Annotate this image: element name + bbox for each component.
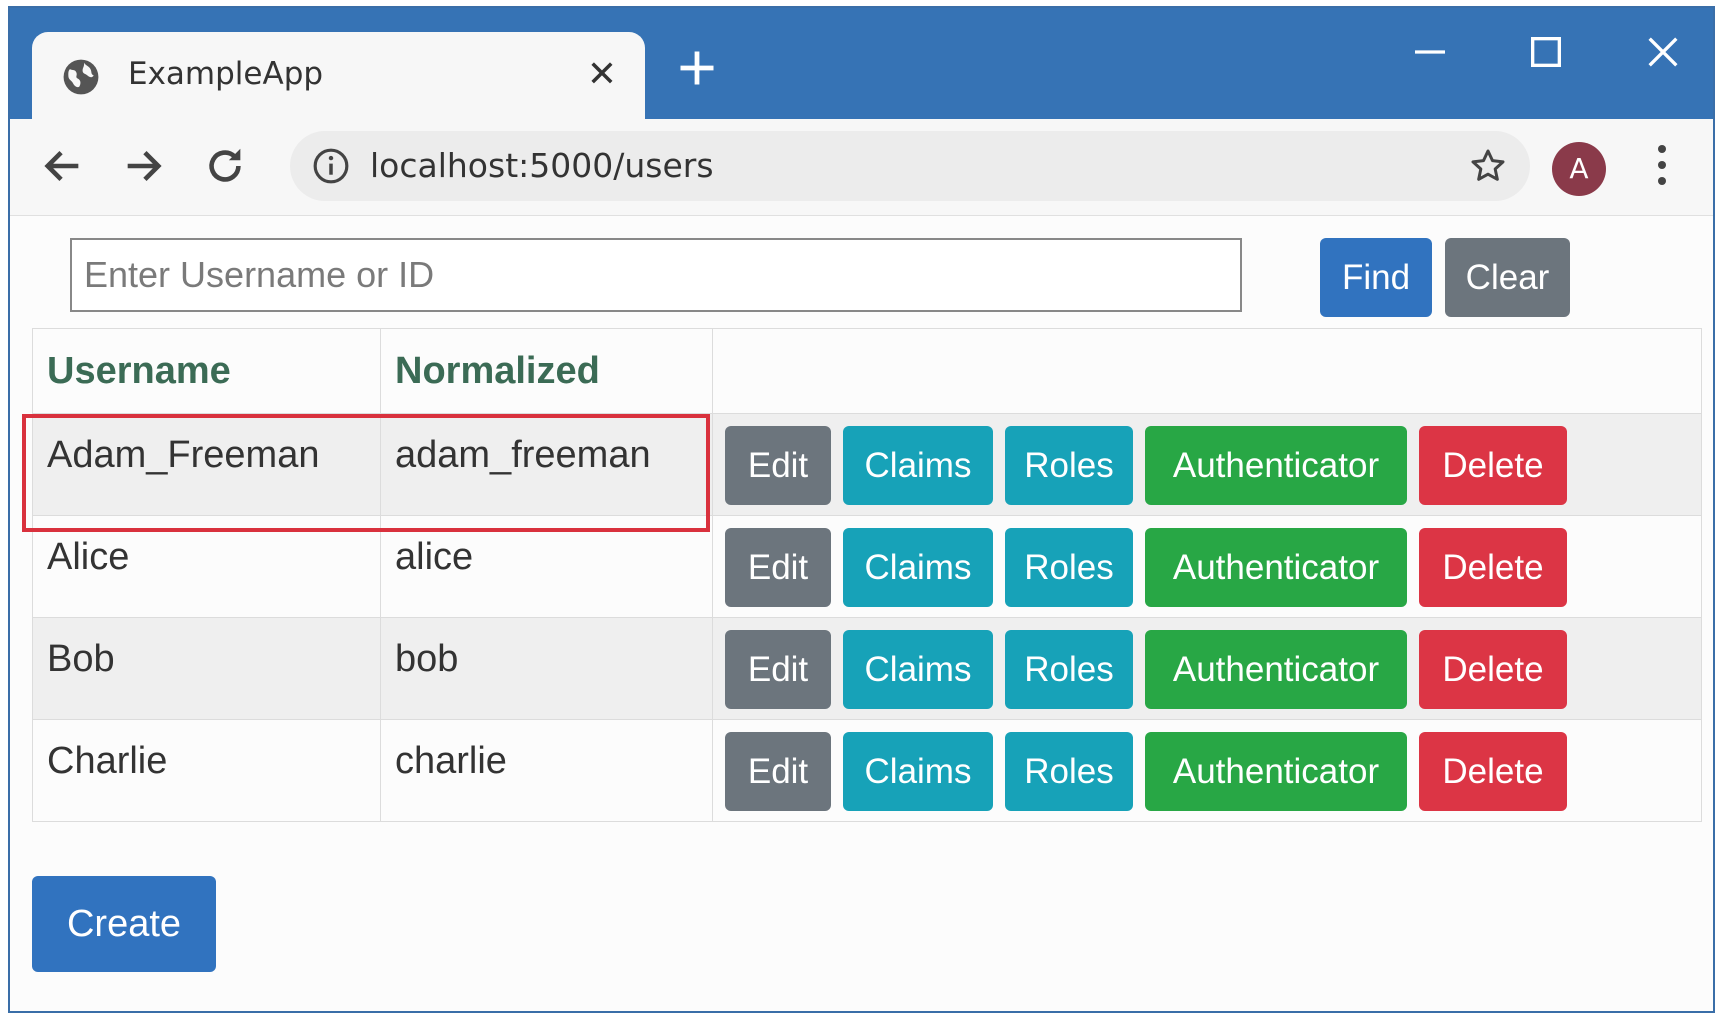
actions-cell: Edit Claims Roles Authenticator Delete [712, 617, 1702, 720]
roles-button[interactable]: Roles [1005, 426, 1133, 505]
browser-window: ExampleApp ✕ localhost:5000/users A Ente… [8, 6, 1715, 1013]
actions-cell: Edit Claims Roles Authenticator Delete [712, 413, 1702, 516]
close-tab-icon[interactable]: ✕ [587, 50, 617, 100]
roles-button[interactable]: Roles [1005, 732, 1133, 811]
find-button[interactable]: Find [1320, 238, 1432, 317]
claims-button[interactable]: Claims [843, 426, 993, 505]
authenticator-button[interactable]: Authenticator [1145, 630, 1407, 709]
roles-button[interactable]: Roles [1005, 630, 1133, 709]
table-row: Adam_Freeman adam_freeman Edit Claims Ro… [32, 413, 1702, 516]
info-icon[interactable] [312, 147, 350, 185]
authenticator-button[interactable]: Authenticator [1145, 426, 1407, 505]
new-tab-icon[interactable] [675, 46, 719, 90]
table-row: Bob bob Edit Claims Roles Authenticator … [32, 617, 1702, 720]
actions-cell: Edit Claims Roles Authenticator Delete [712, 719, 1702, 822]
normalized-cell: alice [380, 515, 713, 618]
authenticator-button[interactable]: Authenticator [1145, 528, 1407, 607]
reload-icon[interactable] [202, 143, 248, 189]
close-window-icon[interactable] [1643, 32, 1683, 72]
delete-button[interactable]: Delete [1419, 528, 1567, 607]
back-icon[interactable] [40, 143, 86, 189]
normalized-cell: charlie [380, 719, 713, 822]
create-button[interactable]: Create [32, 876, 216, 972]
delete-button[interactable]: Delete [1419, 732, 1567, 811]
edit-button[interactable]: Edit [725, 426, 831, 505]
tab-title: ExampleApp [128, 56, 324, 92]
column-header-actions [712, 328, 1702, 414]
claims-button[interactable]: Claims [843, 528, 993, 607]
authenticator-button[interactable]: Authenticator [1145, 732, 1407, 811]
globe-icon [63, 59, 99, 95]
table-row: Alice alice Edit Claims Roles Authentica… [32, 515, 1702, 618]
edit-button[interactable]: Edit [725, 528, 831, 607]
search-input[interactable] [70, 238, 1242, 312]
edit-button[interactable]: Edit [725, 630, 831, 709]
roles-button[interactable]: Roles [1005, 528, 1133, 607]
bookmark-star-icon[interactable] [1468, 146, 1508, 186]
url-text: localhost:5000/users [370, 146, 714, 185]
table-row: Charlie charlie Edit Claims Roles Authen… [32, 719, 1702, 822]
users-table: Username Normalized Adam_Freeman adam_fr… [32, 328, 1702, 822]
edit-button[interactable]: Edit [725, 732, 831, 811]
browser-toolbar: localhost:5000/users A [10, 119, 1713, 216]
page-content: Find Clear Username Normalized Adam_Free… [10, 216, 1713, 1011]
profile-avatar[interactable]: A [1552, 142, 1606, 196]
username-cell: Adam_Freeman [32, 413, 381, 516]
username-cell: Bob [32, 617, 381, 720]
normalized-cell: adam_freeman [380, 413, 713, 516]
minimize-icon[interactable] [1410, 32, 1450, 72]
column-header-normalized: Normalized [380, 328, 713, 414]
delete-button[interactable]: Delete [1419, 630, 1567, 709]
forward-icon[interactable] [120, 143, 166, 189]
username-cell: Charlie [32, 719, 381, 822]
kebab-menu-icon[interactable] [1655, 145, 1669, 193]
claims-button[interactable]: Claims [843, 630, 993, 709]
delete-button[interactable]: Delete [1419, 426, 1567, 505]
normalized-cell: bob [380, 617, 713, 720]
claims-button[interactable]: Claims [843, 732, 993, 811]
column-header-username: Username [32, 328, 381, 414]
actions-cell: Edit Claims Roles Authenticator Delete [712, 515, 1702, 618]
maximize-icon[interactable] [1526, 32, 1566, 72]
clear-button[interactable]: Clear [1445, 238, 1570, 317]
username-cell: Alice [32, 515, 381, 618]
address-bar[interactable]: localhost:5000/users [290, 131, 1530, 201]
browser-tab[interactable]: ExampleApp ✕ [32, 32, 645, 119]
title-bar: ExampleApp ✕ [10, 8, 1713, 119]
